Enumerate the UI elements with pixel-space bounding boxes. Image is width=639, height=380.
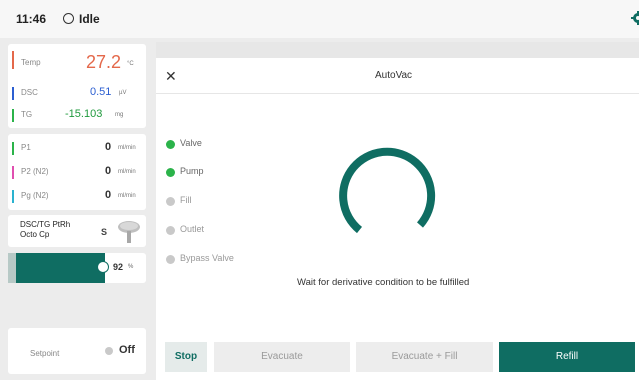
signals-card: Temp 27.2 °C DSC 0.51 µV TG -15.103 mg xyxy=(8,44,146,128)
flow-unit: ml/min xyxy=(118,145,136,151)
progress-unit: % xyxy=(128,264,134,270)
step-indicator xyxy=(166,226,175,235)
refresh-icon xyxy=(97,261,109,273)
step-indicator xyxy=(166,168,175,177)
instrument-state: Idle xyxy=(79,12,100,26)
flow-color-bar xyxy=(12,166,14,179)
step-label: Outlet xyxy=(180,224,205,234)
flow-unit: ml/min xyxy=(118,169,136,175)
setpoint-value: Off xyxy=(119,344,135,356)
dsc-unit: µV xyxy=(119,90,127,96)
flow-unit: ml/min xyxy=(118,193,136,199)
status-message: Wait for derivative condition to be fulf… xyxy=(297,277,470,288)
flow-row[interactable]: P2 (N2) 0 ml/min xyxy=(8,163,146,181)
flow-value: 0 xyxy=(105,141,112,153)
flow-row[interactable]: Pg (N2) 0 ml/min xyxy=(8,187,146,205)
dsc-value: 0.51 xyxy=(90,86,112,98)
gear-icon[interactable] xyxy=(630,10,639,26)
dsc-label: DSC xyxy=(21,88,38,97)
close-icon[interactable]: ✕ xyxy=(165,68,177,85)
crucible-name: DSC/TG PtRh Octo Cp xyxy=(20,220,71,239)
crucible-icon xyxy=(118,221,140,243)
step-indicator xyxy=(166,140,175,149)
temperature-label: Temp xyxy=(21,58,41,67)
flow-label: P1 xyxy=(21,143,31,152)
flow-color-bar xyxy=(12,142,14,155)
flows-card: P1 0 ml/min P2 (N2) 0 ml/min Pg (N2) 0 m… xyxy=(8,134,146,210)
evacuate-fill-button[interactable]: Evacuate + Fill xyxy=(356,342,493,372)
dialog-divider xyxy=(156,93,639,94)
flow-color-bar xyxy=(12,190,14,203)
circle-icon xyxy=(63,13,74,24)
dsc-color-bar xyxy=(12,87,14,100)
step-label: Fill xyxy=(180,195,192,205)
refill-button[interactable]: Refill xyxy=(499,342,635,372)
clock: 11:46 xyxy=(16,12,47,26)
setpoint-indicator xyxy=(105,347,113,355)
dialog-backdrop xyxy=(156,42,639,58)
step-indicator xyxy=(166,197,175,206)
step-indicator xyxy=(166,255,175,264)
dsc-row[interactable]: DSC 0.51 µV xyxy=(8,84,146,102)
flow-value: 0 xyxy=(105,165,112,177)
tg-label: TG xyxy=(21,110,33,119)
crucible-badge: S xyxy=(101,227,108,237)
flow-label: P2 (N2) xyxy=(21,167,49,176)
status-bar: 11:46 Idle xyxy=(0,0,639,38)
setpoint-label: Setpoint xyxy=(30,349,60,358)
flow-row[interactable]: P1 0 ml/min xyxy=(8,139,146,157)
tg-color-bar xyxy=(12,109,14,122)
temperature-color-bar xyxy=(12,51,14,69)
tg-value: -15.103 xyxy=(65,108,103,120)
flow-value: 0 xyxy=(105,189,112,201)
progress-value: 92 xyxy=(113,262,124,272)
progress-spinner xyxy=(339,147,436,234)
progress-accent xyxy=(8,253,16,283)
step-label: Bypass Valve xyxy=(180,253,234,263)
flow-label: Pg (N2) xyxy=(21,191,49,200)
step-label: Pump xyxy=(180,166,204,176)
temperature-unit: °C xyxy=(127,61,134,67)
crucible-card[interactable]: DSC/TG PtRh Octo Cp S xyxy=(8,215,146,247)
dialog-title: AutoVac xyxy=(375,70,413,81)
step-label: Valve xyxy=(180,138,202,148)
progress-fill xyxy=(16,253,105,283)
tg-unit: mg xyxy=(115,112,124,118)
tg-row[interactable]: TG -15.103 mg xyxy=(8,106,146,124)
temperature-value: 27.2 xyxy=(86,52,122,72)
evacuate-button[interactable]: Evacuate xyxy=(214,342,350,372)
stop-button[interactable]: Stop xyxy=(165,342,207,372)
temperature-row[interactable]: Temp 27.2 °C xyxy=(8,48,146,74)
